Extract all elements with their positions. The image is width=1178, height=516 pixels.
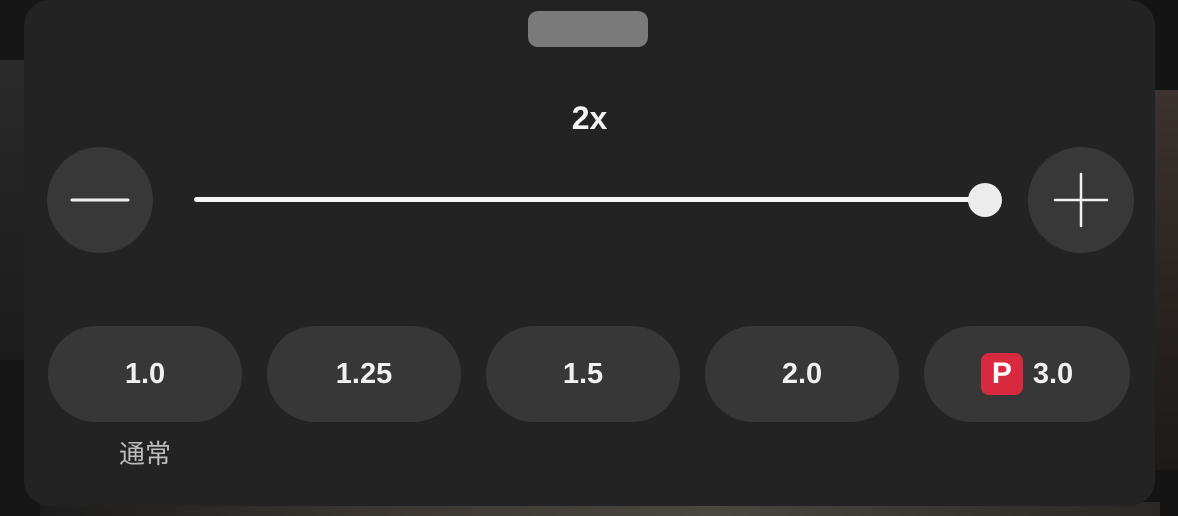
minus-icon [70, 198, 130, 202]
plus-icon [1053, 172, 1109, 228]
preset-speed-3-0-button[interactable]: P 3.0 [924, 326, 1130, 422]
increase-speed-button[interactable] [1028, 147, 1134, 253]
speed-slider[interactable] [194, 176, 1002, 224]
preset-speed-1-0-button[interactable]: 1.0 [48, 326, 242, 422]
decrease-speed-button[interactable] [47, 147, 153, 253]
premium-badge-icon: P [980, 353, 1023, 395]
preset-label: 1.25 [335, 357, 393, 390]
current-speed-label: 2x [571, 100, 608, 136]
preset-speed-1-25-button[interactable]: 1.25 [267, 326, 461, 422]
preset-label: 3.0 [1032, 357, 1074, 390]
speed-slider-track [194, 197, 986, 202]
preset-label: 2.0 [781, 357, 823, 390]
playback-speed-sheet: 2x 1.0 1.25 1.5 2.0 P 3.0 通常 [24, 0, 1155, 506]
normal-speed-caption: 通常 [118, 440, 171, 470]
preset-label: 1.5 [562, 357, 604, 390]
preset-label: 1.0 [124, 357, 166, 390]
preset-speed-2-0-button[interactable]: 2.0 [705, 326, 899, 422]
sheet-grabber-handle[interactable] [528, 11, 648, 47]
background-video-edge-right [1152, 90, 1178, 470]
speed-slider-thumb[interactable] [968, 183, 1002, 217]
preset-speed-1-5-button[interactable]: 1.5 [486, 326, 680, 422]
